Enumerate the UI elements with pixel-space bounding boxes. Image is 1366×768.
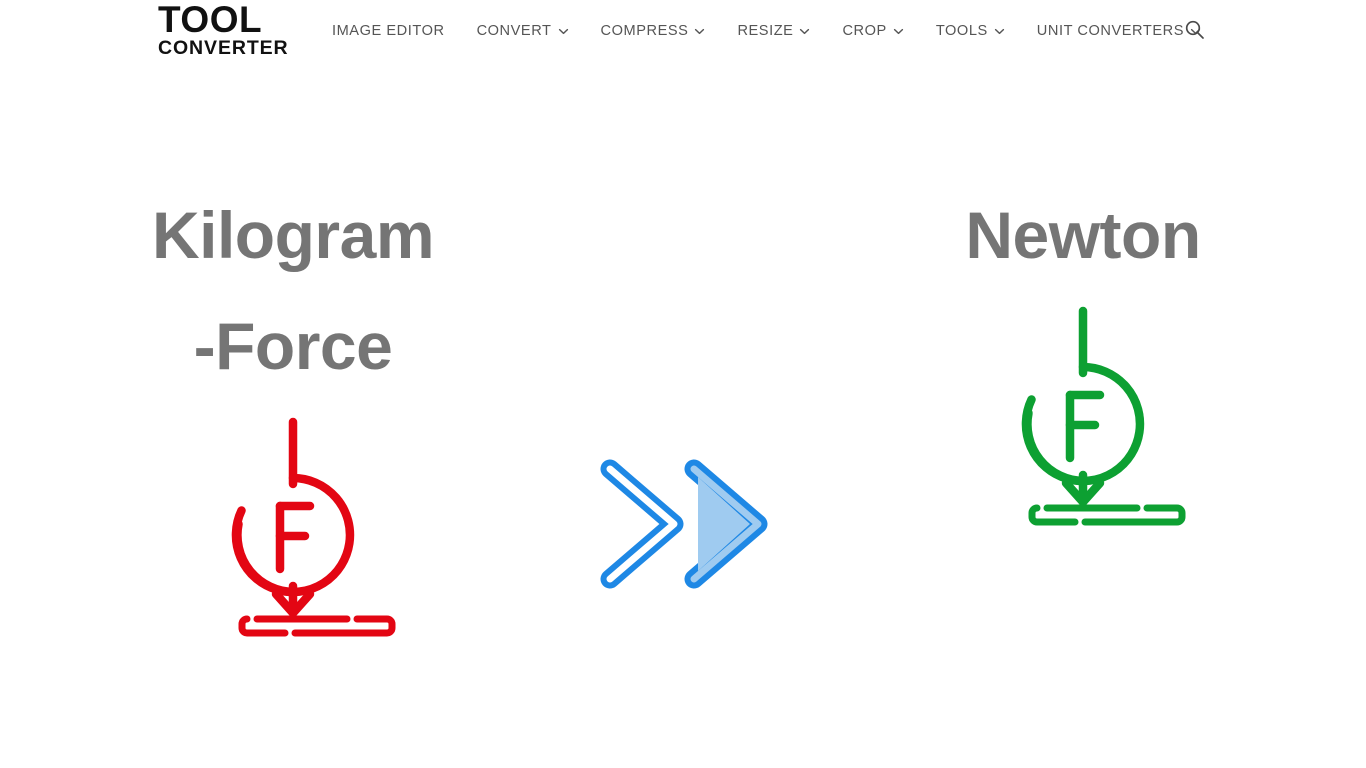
from-unit-block: Kilogram-Force (43, 180, 543, 647)
nav-item-label: IMAGE EDITOR (332, 22, 445, 39)
logo-text-primary: TOOL (158, 0, 263, 40)
search-icon (1184, 19, 1205, 43)
force-arrow-icon (179, 416, 407, 647)
conversion-direction (578, 437, 788, 617)
to-unit-block: Newton (833, 180, 1333, 536)
logo-text-secondary: CONVERTER (158, 37, 289, 60)
nav-item-label: UNIT CONVERTERS (1036, 22, 1184, 39)
chevron-down-icon (799, 26, 810, 37)
nav-item-label: COMPRESS (600, 22, 689, 39)
main-navigation: IMAGE EDITOR CONVERT COMPRESS RESIZE CROP TOO… (332, 0, 1217, 62)
chevron-down-icon (558, 26, 569, 37)
site-header: TOOL CONVERTER IMAGE EDITOR CONVERT COMPRE… (0, 0, 1366, 62)
force-arrow-icon (969, 305, 1197, 536)
site-logo[interactable]: TOOL CONVERTER (158, 0, 298, 60)
nav-item-label: CONVERT (476, 22, 552, 39)
from-unit-icon-wrap (43, 416, 543, 647)
chevron-down-icon (893, 26, 904, 37)
unit-converter-stage: Kilogram-Force Newton (0, 62, 1366, 768)
chevron-down-icon (994, 26, 1005, 37)
nav-item-image-editor[interactable]: IMAGE EDITOR (332, 24, 461, 39)
nav-item-convert[interactable]: CONVERT (477, 24, 585, 39)
nav-item-label: CROP (842, 22, 887, 39)
nav-item-label: TOOLS (935, 22, 988, 39)
double-chevron-right-icon (588, 447, 778, 607)
search-button[interactable] (1180, 17, 1208, 45)
to-unit-title: Newton (965, 198, 1201, 272)
nav-item-tools[interactable]: TOOLS (936, 24, 1021, 39)
to-unit-icon-wrap (833, 305, 1333, 536)
nav-item-crop[interactable]: CROP (842, 24, 919, 39)
from-unit-title: Kilogram-Force (151, 198, 435, 383)
nav-item-resize[interactable]: RESIZE (737, 24, 826, 39)
chevron-down-icon (694, 26, 705, 37)
nav-item-compress[interactable]: COMPRESS (601, 24, 722, 39)
nav-item-label: RESIZE (737, 22, 794, 39)
